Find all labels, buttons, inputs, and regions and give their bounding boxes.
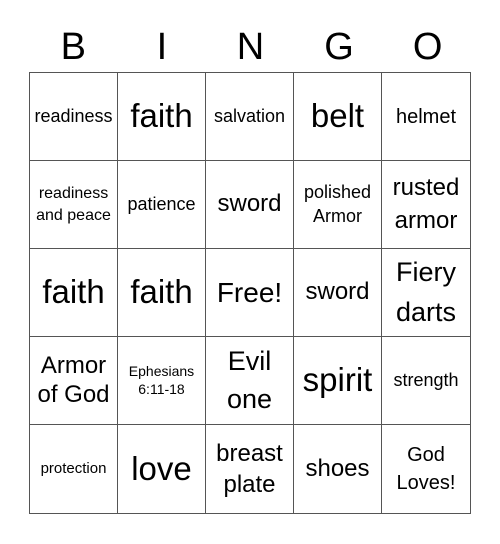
bingo-cell[interactable]: God Loves! [382,425,470,513]
header-letter-b: B [60,26,86,68]
header-letter-n: N [236,26,265,68]
bingo-cell[interactable]: spirit [294,337,382,425]
free-space[interactable]: Free! [206,249,294,337]
bingo-cell[interactable]: faith [118,73,206,161]
bingo-cell[interactable]: Ephesians 6:11-18 [118,337,206,425]
bingo-header: B I N G O [29,22,472,72]
bingo-cell[interactable]: faith [118,249,206,337]
bingo-cell[interactable]: shoes [294,425,382,513]
bingo-cell[interactable]: belt [294,73,382,161]
bingo-grid: readiness faith salvation belt helmet re… [29,72,471,514]
bingo-cell[interactable]: faith [30,249,118,337]
header-letter-g: G [324,26,354,68]
bingo-cell[interactable]: Armor of God [30,337,118,425]
header-letter-i: I [156,26,168,68]
bingo-cell[interactable]: protection [30,425,118,513]
bingo-cell[interactable]: Fiery darts [382,249,470,337]
bingo-cell[interactable]: strength [382,337,470,425]
header-letter-o: O [412,26,443,68]
bingo-cell[interactable]: readiness and peace [30,161,118,249]
bingo-cell[interactable]: patience [118,161,206,249]
bingo-cell[interactable]: polished Armor [294,161,382,249]
bingo-cell[interactable]: love [118,425,206,513]
bingo-cell[interactable]: helmet [382,73,470,161]
bingo-cell[interactable]: breast plate [206,425,294,513]
bingo-cell[interactable]: sword [206,161,294,249]
bingo-cell[interactable]: salvation [206,73,294,161]
bingo-cell[interactable]: rusted armor [382,161,470,249]
bingo-cell[interactable]: readiness [30,73,118,161]
bingo-cell[interactable]: sword [294,249,382,337]
bingo-cell[interactable]: Evil one [206,337,294,425]
